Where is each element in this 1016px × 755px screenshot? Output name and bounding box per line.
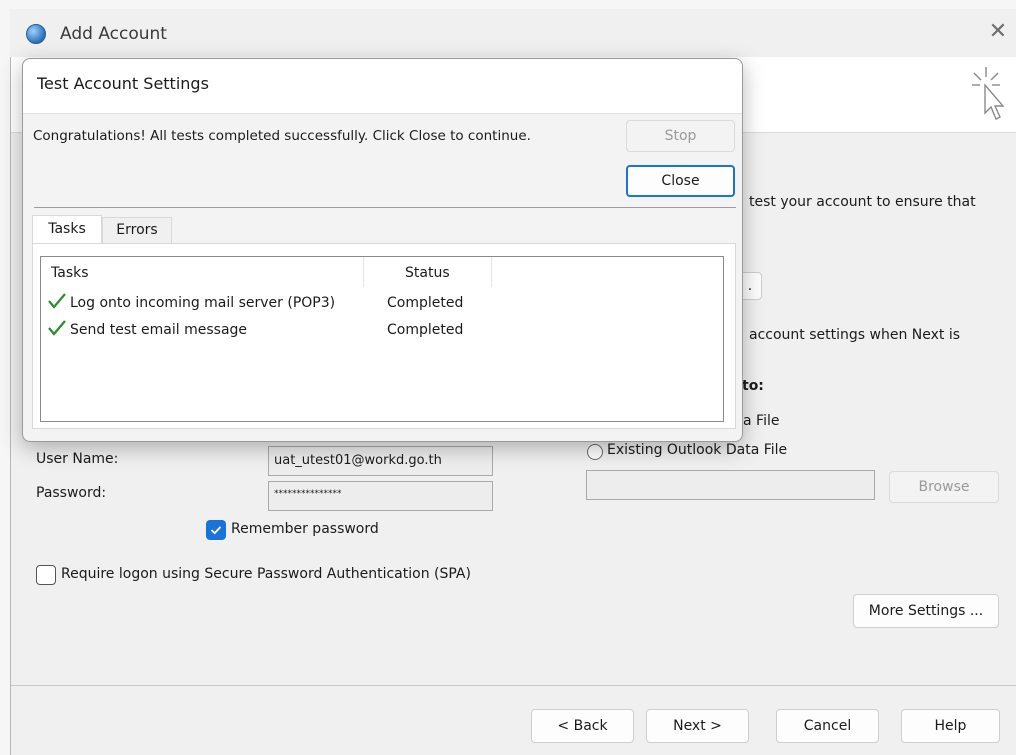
- footer-divider: [11, 685, 1016, 686]
- tab-tasks[interactable]: Tasks: [32, 215, 102, 243]
- close-button[interactable]: Close: [626, 165, 735, 197]
- cursor-click-icon: [972, 67, 1005, 120]
- window-title: Add Account: [60, 24, 167, 44]
- column-divider: [491, 257, 492, 287]
- user-name-label: User Name:: [36, 451, 119, 467]
- more-settings-button[interactable]: More Settings ...: [853, 594, 999, 628]
- task-row-1-name: Log onto incoming mail server (POP3): [70, 295, 336, 311]
- user-name-field[interactable]: uat_utest01@workd.go.th: [268, 446, 493, 476]
- dialog-title: Test Account Settings: [37, 74, 209, 93]
- browse-button[interactable]: Browse: [889, 471, 999, 503]
- close-icon[interactable]: ✕: [984, 18, 1012, 46]
- next-button[interactable]: Next >: [646, 709, 749, 743]
- column-header-tasks[interactable]: Tasks: [51, 265, 89, 281]
- new-data-file-label: a File: [743, 413, 780, 429]
- back-button[interactable]: < Back: [531, 709, 634, 743]
- password-field[interactable]: ***************: [268, 481, 493, 511]
- help-button[interactable]: Help: [901, 709, 1000, 743]
- outlook-app-icon: [26, 24, 46, 44]
- remember-password-checkbox[interactable]: [206, 520, 226, 540]
- test-description-text: test your account to ensure that: [749, 194, 976, 210]
- spa-checkbox[interactable]: [36, 565, 56, 585]
- spa-label: Require logon using Secure Password Auth…: [61, 566, 471, 582]
- task-row-1-status: Completed: [387, 295, 464, 311]
- existing-data-file-radio[interactable]: [587, 444, 603, 460]
- checkmark-icon: [48, 293, 66, 309]
- auto-test-text: account settings when Next is: [749, 327, 961, 343]
- tab-errors[interactable]: Errors: [102, 217, 172, 243]
- stop-button[interactable]: Stop: [626, 120, 735, 152]
- tasks-list: [40, 256, 724, 422]
- existing-data-file-field[interactable]: [586, 470, 875, 500]
- column-divider: [363, 257, 364, 287]
- dialog-divider: [34, 207, 736, 208]
- password-label: Password:: [36, 485, 107, 501]
- existing-data-file-label: Existing Outlook Data File: [607, 442, 788, 458]
- task-row-2-name: Send test email message: [70, 322, 248, 338]
- status-message: Congratulations! All tests completed suc…: [33, 128, 531, 144]
- checkmark-icon: [210, 526, 222, 535]
- cancel-button[interactable]: Cancel: [776, 709, 879, 743]
- remember-password-label: Remember password: [231, 521, 379, 537]
- checkmark-icon: [48, 320, 66, 336]
- deliver-to-heading: to:: [742, 378, 764, 394]
- task-row-2-status: Completed: [387, 322, 464, 338]
- column-header-status[interactable]: Status: [405, 265, 450, 281]
